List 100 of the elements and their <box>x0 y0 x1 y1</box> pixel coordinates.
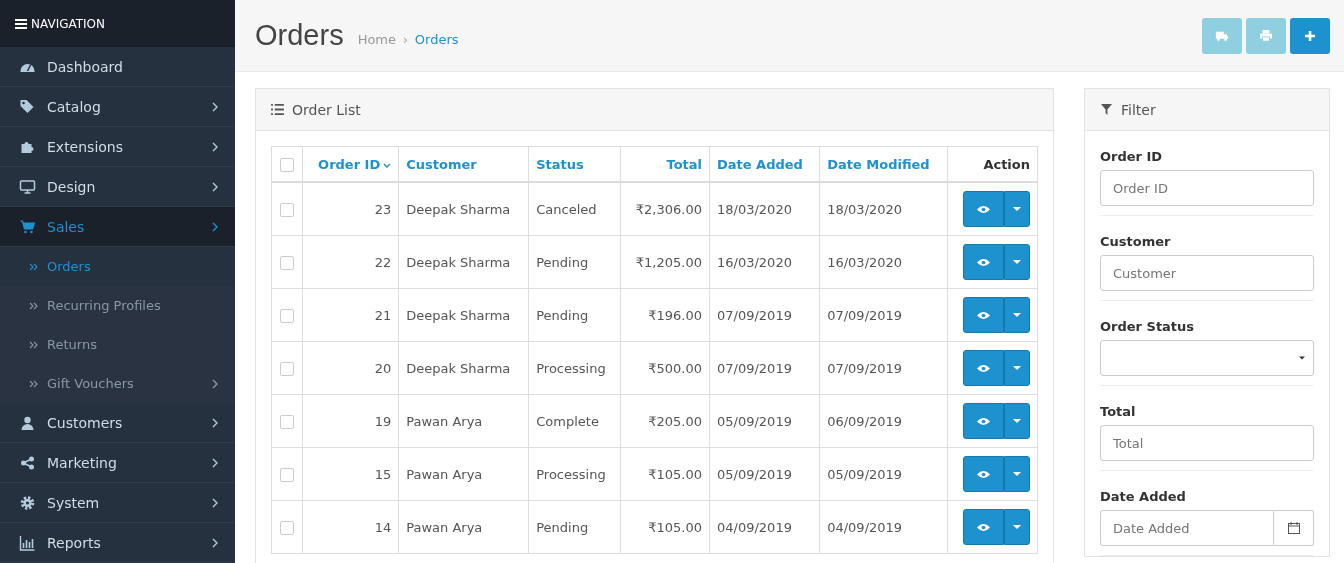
dropdown-button[interactable] <box>1004 403 1030 439</box>
date-field[interactable]: Date Added <box>1100 510 1274 546</box>
table-cell: 07/09/2019 <box>717 307 792 323</box>
table-cell: 18/03/2020 <box>827 201 903 217</box>
double-chevron-icon <box>29 262 39 271</box>
calendar-button[interactable] <box>1274 510 1314 546</box>
dropdown-button[interactable] <box>1004 509 1030 545</box>
user-icon <box>19 414 36 431</box>
eye-icon <box>977 204 990 214</box>
table-cell: 20 <box>374 360 392 376</box>
view-button[interactable] <box>963 456 1004 492</box>
view-button[interactable] <box>963 297 1004 333</box>
ship-button[interactable] <box>1202 17 1242 54</box>
table-cell: Deepak Sharma <box>406 360 511 376</box>
field-label: Customer <box>1100 234 1172 249</box>
table-cell: 07/09/2019 <box>827 307 903 323</box>
breadcrumb-link[interactable]: Home <box>357 32 397 47</box>
eye-icon <box>977 416 990 426</box>
table-cell: 04/09/2019 <box>827 519 903 535</box>
calendar-icon <box>1287 522 1300 534</box>
submenu-item[interactable]: Returns <box>0 325 235 364</box>
view-button[interactable] <box>963 350 1004 386</box>
row-checkbox[interactable] <box>280 255 294 270</box>
table-cell: Pending <box>536 254 589 270</box>
table-cell: 19 <box>374 413 392 429</box>
truck-icon <box>1215 29 1229 42</box>
input-field[interactable]: Customer <box>1100 255 1314 291</box>
select-all-checkbox[interactable] <box>280 157 294 172</box>
caret-icon <box>1013 366 1021 370</box>
table-cell: ₹500.00 <box>648 360 702 376</box>
chevron-right-icon <box>212 457 218 468</box>
double-chevron-icon <box>29 379 39 388</box>
dropdown-button[interactable] <box>1004 244 1030 280</box>
submenu-item[interactable]: Gift Vouchers <box>0 364 235 403</box>
filter-icon <box>1100 104 1113 115</box>
dropdown-button[interactable] <box>1004 297 1030 333</box>
field-label: Order ID <box>1100 149 1164 164</box>
caret-icon <box>1013 313 1021 317</box>
view-button[interactable] <box>963 244 1004 280</box>
caret-icon <box>1299 356 1305 360</box>
row-checkbox[interactable] <box>280 414 294 429</box>
table-cell: ₹196.00 <box>648 307 702 323</box>
monitor-icon <box>19 178 36 195</box>
column-header[interactable]: Total <box>666 156 702 172</box>
dropdown-button[interactable] <box>1004 191 1030 227</box>
sidebar-item[interactable]: Sales <box>0 207 235 247</box>
submenu-item[interactable]: Recurring Profiles <box>0 286 235 325</box>
caret-icon <box>1013 472 1021 476</box>
chevron-right-icon <box>212 221 218 232</box>
table-cell: 06/09/2019 <box>827 413 903 429</box>
row-checkbox[interactable] <box>280 520 294 535</box>
view-button[interactable] <box>963 191 1004 227</box>
table-cell: 05/09/2019 <box>827 466 903 482</box>
table-cell: 22 <box>374 254 392 270</box>
table-cell: ₹205.00 <box>648 413 702 429</box>
chevron-right-icon <box>212 417 218 428</box>
table-cell: ₹2,306.00 <box>635 201 702 217</box>
input-field[interactable]: Total <box>1100 425 1314 461</box>
row-checkbox[interactable] <box>280 308 294 323</box>
input-field[interactable]: Order ID <box>1100 170 1314 206</box>
table-cell: ₹105.00 <box>648 519 702 535</box>
table-cell: Pawan Arya <box>406 413 483 429</box>
chevron-right-icon <box>212 181 218 192</box>
table-cell: Deepak Sharma <box>406 307 511 323</box>
table-cell: 04/09/2019 <box>717 519 792 535</box>
share-icon <box>19 454 36 471</box>
row-checkbox[interactable] <box>280 361 294 376</box>
submenu-item[interactable]: Orders <box>0 247 235 286</box>
print-button[interactable] <box>1246 17 1286 54</box>
list-icon <box>271 104 284 115</box>
table-cell: 18/03/2020 <box>717 201 792 217</box>
table-cell: Deepak Sharma <box>406 201 511 217</box>
table-cell: Complete <box>536 413 599 429</box>
table-cell: 21 <box>374 307 392 323</box>
caret-icon <box>1013 419 1021 423</box>
field-label: Order Status <box>1100 319 1196 334</box>
select-field[interactable] <box>1100 340 1314 376</box>
table-cell: 05/09/2019 <box>717 413 792 429</box>
row-checkbox[interactable] <box>280 202 294 217</box>
add-button[interactable] <box>1290 17 1330 54</box>
eye-icon <box>977 310 990 320</box>
dropdown-button[interactable] <box>1004 350 1030 386</box>
view-button[interactable] <box>963 509 1004 545</box>
view-button[interactable] <box>963 403 1004 439</box>
eye-icon <box>977 469 990 479</box>
table-cell: ₹105.00 <box>648 466 702 482</box>
dropdown-button[interactable] <box>1004 456 1030 492</box>
table-cell: Pending <box>536 519 589 535</box>
table-cell: Processing <box>536 360 606 376</box>
caret-icon <box>1013 260 1021 264</box>
table-cell: 16/03/2020 <box>717 254 792 270</box>
caret-icon <box>1013 207 1021 211</box>
eye-icon <box>977 257 990 267</box>
print-icon <box>1259 29 1273 42</box>
breadcrumb-link[interactable]: Orders <box>414 32 459 47</box>
chevron-right-icon <box>212 378 218 389</box>
row-checkbox[interactable] <box>280 467 294 482</box>
table-cell: 07/09/2019 <box>827 360 903 376</box>
navigation-title: NAVIGATION <box>31 16 106 31</box>
double-chevron-icon <box>29 301 39 310</box>
